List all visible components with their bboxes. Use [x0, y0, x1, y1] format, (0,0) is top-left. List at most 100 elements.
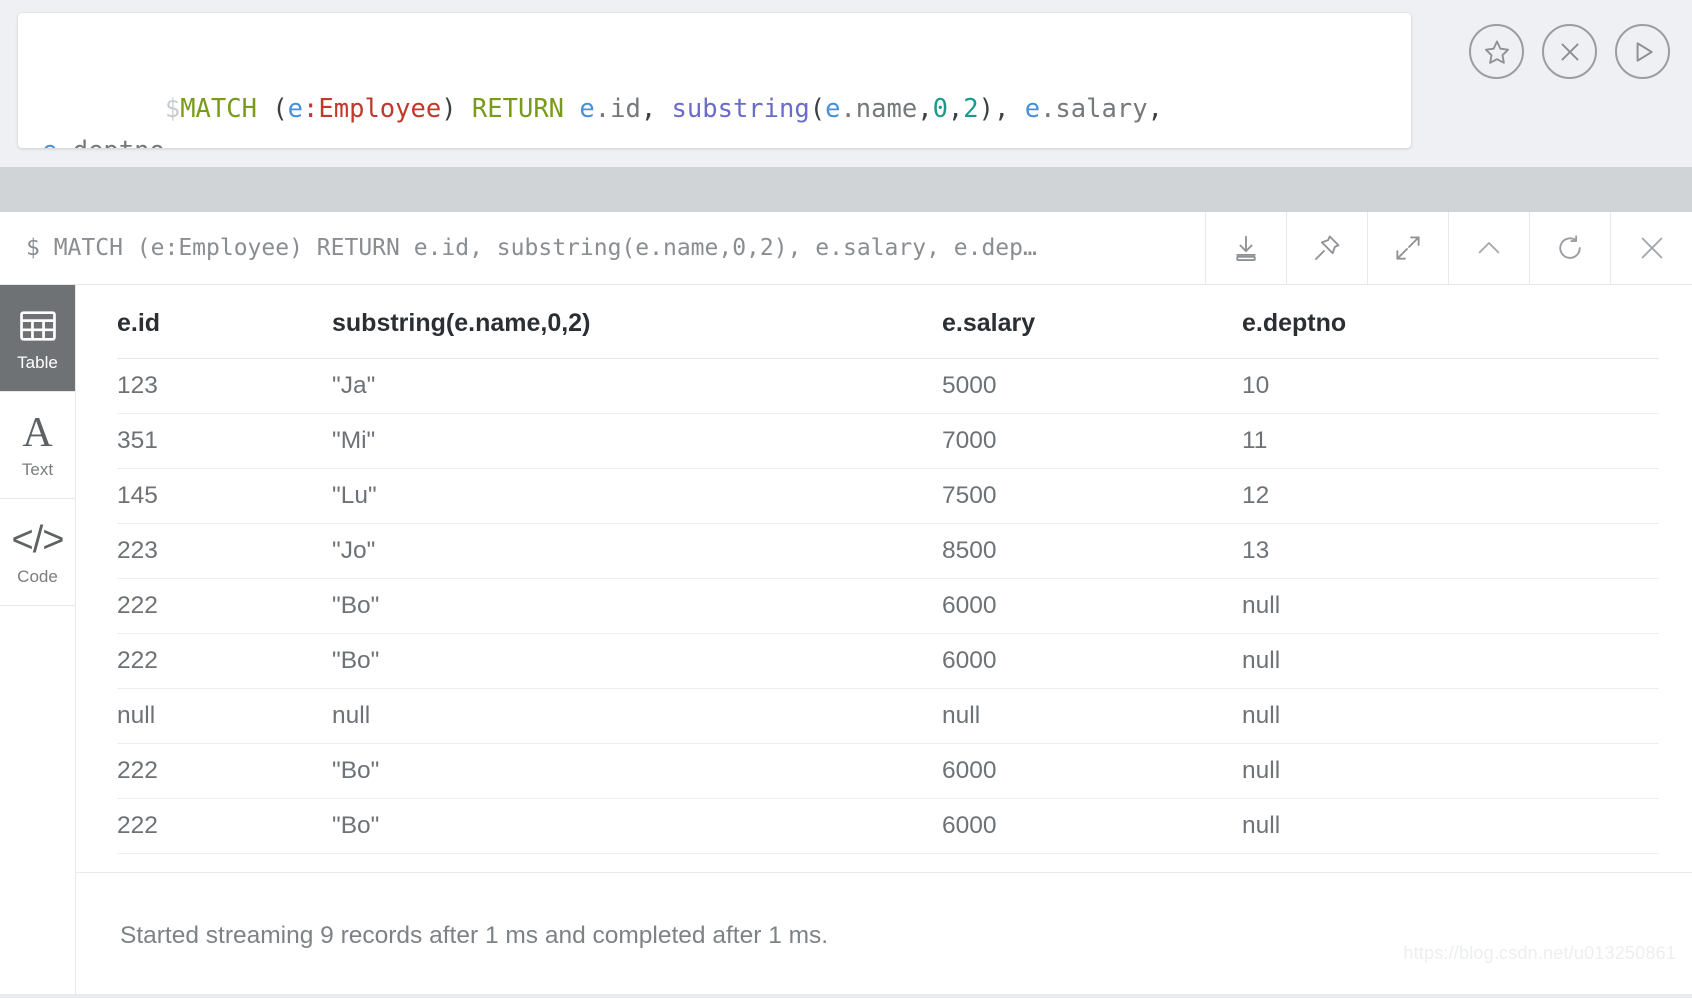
close-result-button[interactable]: [1611, 212, 1692, 284]
results-table: e.id substring(e.name,0,2) e.salary e.de…: [117, 285, 1659, 854]
editor-action-buttons: [1469, 24, 1670, 79]
query-token-punct: ,: [994, 94, 1025, 124]
table-cell: null: [1242, 578, 1659, 634]
view-text[interactable]: A Text: [0, 392, 75, 499]
table-row[interactable]: 222 "Bo" 6000 null: [117, 798, 1659, 854]
query-token-prop: .id: [594, 94, 641, 124]
table-cell: 6000: [942, 743, 1242, 799]
table-cell: "Bo": [332, 578, 942, 634]
table-row[interactable]: 222 "Bo" 6000 null: [117, 743, 1659, 799]
fullscreen-button[interactable]: [1368, 212, 1449, 284]
table-row[interactable]: 222 "Bo" 6000 null: [117, 578, 1659, 634]
result-toolbar: [1205, 212, 1692, 284]
result-frame: $ MATCH (e:Employee) RETURN e.id, substr…: [0, 212, 1692, 998]
table-cell: 222: [117, 578, 332, 634]
query-token-punct: (: [809, 94, 826, 124]
favorite-button[interactable]: [1469, 24, 1524, 79]
query-editor-card[interactable]: $MATCH (e:Employee) RETURN e.id, substri…: [18, 13, 1411, 148]
query-text: MATCH (e:Employee) RETURN e.id, substrin…: [42, 94, 1163, 148]
table-cell: 8500: [942, 523, 1242, 579]
frame-separator-band: [0, 167, 1692, 212]
results-table-container: e.id substring(e.name,0,2) e.salary e.de…: [76, 285, 1692, 872]
expand-icon: [1393, 233, 1423, 263]
query-token-var: e: [1024, 94, 1041, 124]
query-token-num: 0: [932, 94, 948, 124]
prompt-symbol: $: [164, 94, 181, 124]
results-table-body: 123 "Ja" 5000 10 351 "Mi" 7000 11 145 "Lu" 7500 12 2…: [117, 358, 1659, 854]
table-cell: 145: [117, 468, 332, 524]
table-cell: "Ja": [332, 358, 942, 414]
table-cell: 222: [117, 798, 332, 854]
query-token-punct: [457, 94, 472, 124]
table-cell: null: [1242, 688, 1659, 744]
table-cell: null: [332, 688, 942, 744]
table-cell: null: [1242, 798, 1659, 854]
run-query-button[interactable]: [1615, 24, 1670, 79]
table-cell: 5000: [942, 358, 1242, 414]
query-token-keyword: RETURN: [471, 94, 565, 124]
view-code[interactable]: </> Code: [0, 499, 75, 606]
result-main: e.id substring(e.name,0,2) e.salary e.de…: [76, 285, 1692, 998]
table-cell: 223: [117, 523, 332, 579]
grid-icon: [19, 305, 57, 347]
pin-button[interactable]: [1287, 212, 1368, 284]
table-row[interactable]: 351 "Mi" 7000 11: [117, 413, 1659, 469]
chevron-up-icon: [1474, 233, 1504, 263]
table-cell: 123: [117, 358, 332, 414]
table-cell: 222: [117, 743, 332, 799]
query-token-var: e: [42, 136, 57, 148]
table-row[interactable]: 222 "Bo" 6000 null: [117, 633, 1659, 689]
column-header-e-id[interactable]: e.id: [117, 285, 332, 359]
query-editor-code[interactable]: $MATCH (e:Employee) RETURN e.id, substri…: [18, 13, 1411, 148]
table-cell: "Bo": [332, 743, 942, 799]
query-token-func: substring: [671, 94, 810, 124]
table-cell: "Bo": [332, 798, 942, 854]
clear-editor-button[interactable]: [1542, 24, 1597, 79]
result-query-title: $ MATCH (e:Employee) RETURN e.id, substr…: [26, 235, 1037, 261]
query-token-punct: ,: [1147, 94, 1163, 124]
query-token-label: :Employee: [303, 94, 442, 124]
query-token-var: e: [825, 94, 841, 124]
table-cell: 7000: [942, 413, 1242, 469]
table-cell: 13: [1242, 523, 1659, 579]
table-cell: null: [117, 688, 332, 744]
query-token-punct: [564, 94, 579, 124]
table-cell: 11: [1242, 413, 1659, 469]
query-token-punct: ): [441, 94, 457, 124]
table-cell: null: [942, 688, 1242, 744]
table-cell: 10: [1242, 358, 1659, 414]
play-icon: [1630, 39, 1656, 65]
table-cell: "Mi": [332, 413, 942, 469]
table-row[interactable]: 223 "Jo" 8500 13: [117, 523, 1659, 579]
view-text-label: Text: [21, 460, 54, 479]
result-frame-body: Table A Text </> Code e.id substring(e.n…: [0, 285, 1692, 998]
column-header-e-deptno[interactable]: e.deptno: [1242, 285, 1659, 359]
rerun-button[interactable]: [1530, 212, 1611, 284]
query-token-prop: .deptno: [57, 136, 164, 148]
status-message: Started streaming 9 records after 1 ms a…: [120, 921, 829, 949]
view-switcher: Table A Text </> Code: [0, 285, 76, 998]
download-button[interactable]: [1206, 212, 1287, 284]
download-icon: [1231, 233, 1261, 263]
table-cell: 7500: [942, 468, 1242, 524]
neo4j-browser-screen: $MATCH (e:Employee) RETURN e.id, substri…: [0, 0, 1692, 998]
code-brackets-icon: </>: [11, 519, 65, 561]
query-token-var: e: [579, 94, 595, 124]
table-cell: 6000: [942, 578, 1242, 634]
table-row[interactable]: null null null null: [117, 688, 1659, 744]
table-cell: 6000: [942, 798, 1242, 854]
query-token-punct: ,: [947, 94, 964, 124]
table-header-row: e.id substring(e.name,0,2) e.salary e.de…: [117, 285, 1659, 359]
close-circle-icon: [1557, 39, 1583, 65]
pin-icon: [1312, 233, 1342, 263]
query-token-var: e: [287, 94, 304, 124]
column-header-substring[interactable]: substring(e.name,0,2): [332, 285, 942, 359]
collapse-button[interactable]: [1449, 212, 1530, 284]
table-row[interactable]: 145 "Lu" 7500 12: [117, 468, 1659, 524]
view-code-label: Code: [17, 567, 58, 586]
column-header-e-salary[interactable]: e.salary: [942, 285, 1242, 359]
view-table[interactable]: Table: [0, 285, 75, 392]
table-cell: 12: [1242, 468, 1659, 524]
results-table-head: e.id substring(e.name,0,2) e.salary e.de…: [117, 285, 1659, 359]
table-row[interactable]: 123 "Ja" 5000 10: [117, 358, 1659, 414]
